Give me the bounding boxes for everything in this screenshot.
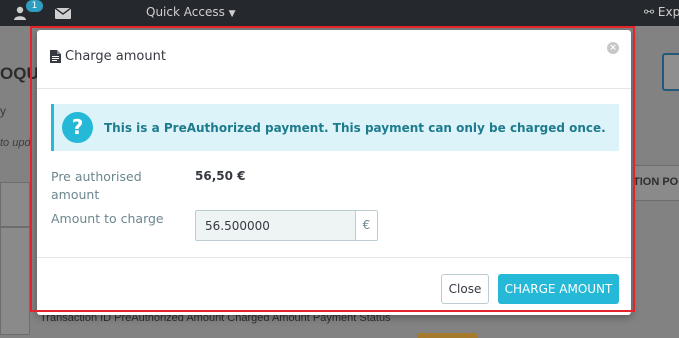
info-alert: ? This is a PreAuthorized payment. This … bbox=[51, 104, 619, 151]
bg-heading: OQU bbox=[0, 64, 39, 83]
quick-access-menu[interactable]: Quick Access ▼ bbox=[146, 5, 236, 19]
bg-panel-left bbox=[0, 182, 30, 227]
link-icon: ⚯ bbox=[644, 5, 655, 19]
user-icon[interactable] bbox=[13, 6, 27, 20]
bg-hint: to upd bbox=[0, 137, 31, 149]
modal-title-text: Charge amount bbox=[65, 49, 166, 64]
bg-label: y bbox=[0, 104, 6, 118]
quick-access-label: Quick Access bbox=[146, 5, 225, 19]
file-text-icon bbox=[50, 50, 61, 63]
amount-to-charge-label: Amount to charge bbox=[51, 211, 164, 226]
bg-panel-left-lower bbox=[0, 227, 30, 335]
currency-addon: € bbox=[355, 211, 377, 240]
caret-down-icon: ▼ bbox=[228, 9, 236, 19]
amount-to-charge-input[interactable] bbox=[196, 211, 355, 240]
amount-input-group: € bbox=[195, 210, 378, 241]
modal-title: Charge amount bbox=[50, 49, 166, 64]
close-icon[interactable]: × bbox=[607, 42, 619, 54]
charge-amount-modal: Charge amount × ? This is a PreAuthorize… bbox=[37, 30, 631, 315]
charge-amount-button[interactable]: CHARGE AMOUNT bbox=[498, 274, 619, 304]
modal-header: Charge amount × bbox=[37, 30, 631, 89]
bg-status-badge bbox=[417, 333, 477, 338]
close-button[interactable]: Close bbox=[441, 274, 489, 304]
modal-footer: Close CHARGE AMOUNT bbox=[37, 257, 631, 315]
mail-icon[interactable] bbox=[55, 8, 71, 19]
preauth-amount-label: Pre authorised amount bbox=[51, 169, 142, 202]
top-navbar: 1 Quick Access ▼ ⚯ Expl bbox=[0, 0, 679, 26]
explore-link[interactable]: ⚯ Expl bbox=[644, 5, 679, 19]
modal-body: ? This is a PreAuthorized payment. This … bbox=[37, 89, 631, 257]
alert-message: This is a PreAuthorized payment. This pa… bbox=[104, 120, 606, 135]
preauth-amount-value: 56,50 € bbox=[195, 169, 246, 183]
bg-section-title: TION POL bbox=[633, 176, 679, 188]
explore-label: Expl bbox=[657, 5, 679, 19]
question-circle-icon: ? bbox=[62, 112, 93, 143]
notification-badge: 1 bbox=[26, 0, 43, 12]
bg-action-button[interactable] bbox=[662, 53, 679, 91]
